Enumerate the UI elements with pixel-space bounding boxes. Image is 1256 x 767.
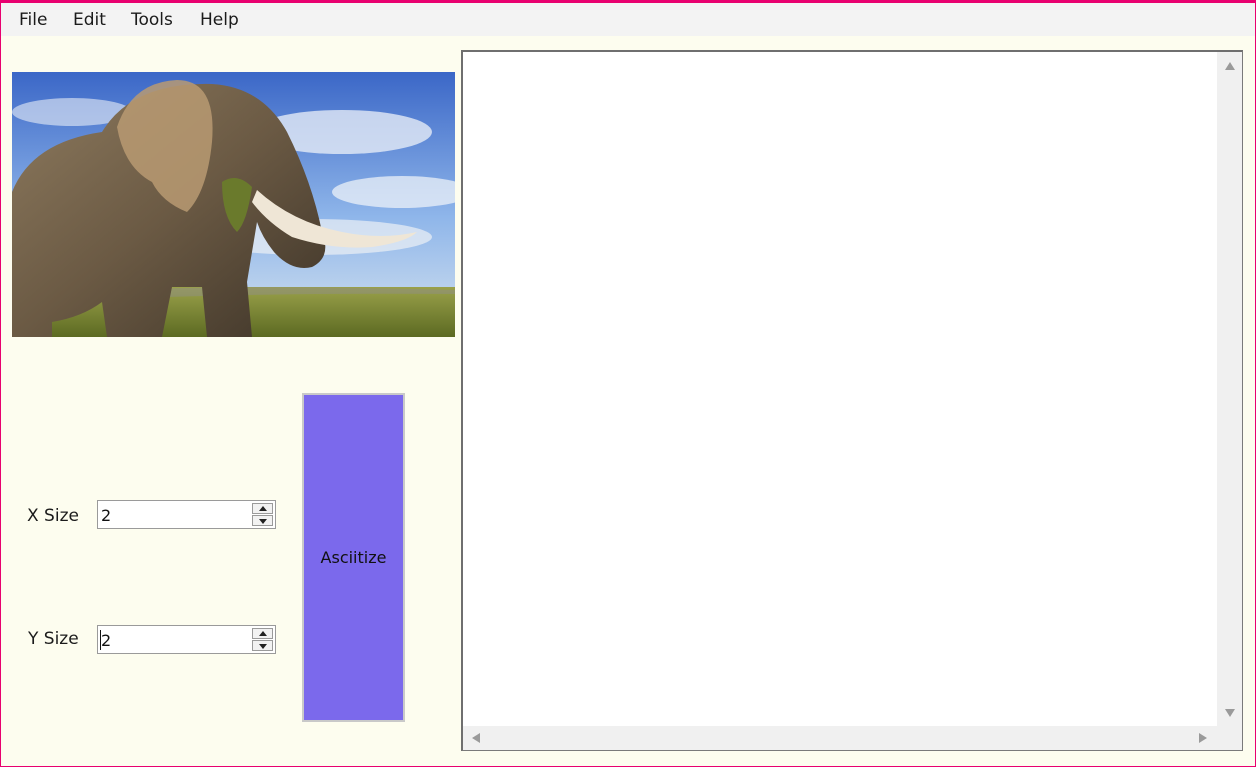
ascii-output-textarea[interactable] bbox=[461, 50, 1243, 751]
y-size-stepper[interactable] bbox=[252, 628, 273, 651]
asciitize-button-label: Asciitize bbox=[320, 548, 387, 567]
menu-tools[interactable]: Tools bbox=[131, 10, 173, 30]
menu-edit[interactable]: Edit bbox=[73, 10, 106, 30]
horizontal-scrollbar[interactable] bbox=[463, 726, 1218, 750]
asciitize-button[interactable]: Asciitize bbox=[302, 393, 405, 722]
y-size-label: Y Size bbox=[28, 629, 79, 649]
y-size-decrement-button[interactable] bbox=[252, 640, 273, 651]
vertical-scrollbar[interactable] bbox=[1217, 52, 1242, 727]
y-size-value[interactable]: 2 bbox=[101, 631, 111, 650]
arrow-down-icon bbox=[259, 644, 267, 649]
scroll-down-icon[interactable] bbox=[1225, 709, 1235, 717]
menu-help[interactable]: Help bbox=[200, 10, 239, 30]
x-size-increment-button[interactable] bbox=[252, 503, 273, 514]
scrollbar-corner bbox=[1217, 726, 1242, 750]
scroll-right-icon[interactable] bbox=[1199, 733, 1207, 743]
x-size-spinbox[interactable]: 2 bbox=[97, 500, 276, 529]
y-size-spinbox[interactable]: 2 bbox=[97, 625, 276, 654]
y-size-increment-button[interactable] bbox=[252, 628, 273, 639]
x-size-value[interactable]: 2 bbox=[101, 506, 111, 525]
x-size-stepper[interactable] bbox=[252, 503, 273, 526]
menu-file[interactable]: File bbox=[19, 10, 47, 30]
menu-bar: File Edit Tools Help bbox=[0, 3, 1256, 36]
scroll-left-icon[interactable] bbox=[472, 733, 480, 743]
arrow-up-icon bbox=[259, 631, 267, 636]
x-size-label: X Size bbox=[27, 506, 79, 526]
arrow-down-icon bbox=[259, 519, 267, 524]
elephant-photo bbox=[12, 72, 455, 337]
scroll-up-icon[interactable] bbox=[1225, 62, 1235, 70]
arrow-up-icon bbox=[259, 506, 267, 511]
x-size-decrement-button[interactable] bbox=[252, 515, 273, 526]
text-caret bbox=[100, 630, 101, 650]
